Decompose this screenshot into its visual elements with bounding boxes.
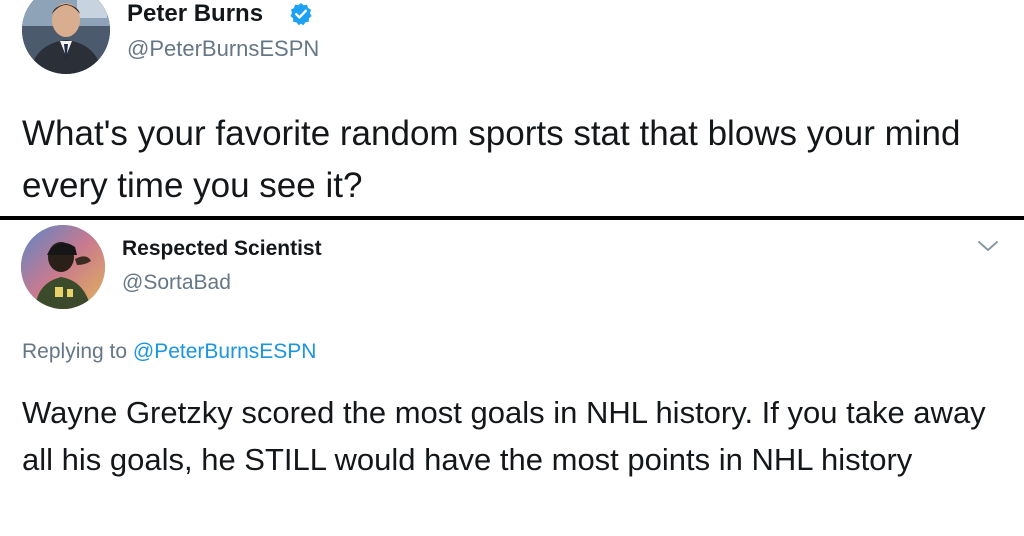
avatar-image <box>22 0 110 74</box>
author-name[interactable]: Peter Burns <box>127 0 263 28</box>
author-name[interactable]: Respected Scientist <box>122 236 322 262</box>
tweet-text: Wayne Gretzky scored the most goals in N… <box>22 395 986 477</box>
original-tweet: Peter Burns @PeterBurnsESPN What's your … <box>0 0 1024 216</box>
replying-to-mention-link[interactable]: @PeterBurnsESPN <box>133 340 317 363</box>
avatar[interactable] <box>22 0 110 74</box>
verified-badge-icon <box>290 3 312 26</box>
divider <box>0 216 1024 220</box>
chevron-down-icon[interactable] <box>976 238 1000 254</box>
avatar-image <box>21 225 105 309</box>
tweet-text: What's your favorite random sports stat … <box>22 114 961 205</box>
avatar[interactable] <box>21 225 105 309</box>
author-handle[interactable]: @PeterBurnsESPN <box>127 36 319 62</box>
replying-to-label: Replying to <box>22 340 128 363</box>
author-handle[interactable]: @SortaBad <box>122 270 231 296</box>
replying-to-line: Replying to @PeterBurnsESPN <box>22 339 316 365</box>
